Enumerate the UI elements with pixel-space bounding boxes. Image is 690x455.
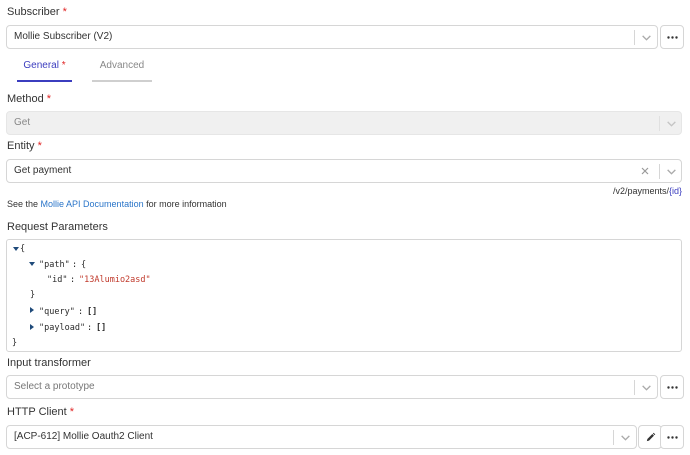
input-transformer-select[interactable]: Select a prototype	[6, 375, 658, 399]
pencil-icon	[646, 432, 656, 442]
http-client-more-button[interactable]	[660, 425, 684, 449]
http-client-label-text: HTTP Client	[7, 406, 67, 418]
json-close-brace: }	[12, 338, 18, 348]
divider	[659, 116, 660, 131]
input-transformer-more-button[interactable]	[660, 375, 684, 399]
divider	[659, 164, 660, 179]
input-transformer-placeholder: Select a prototype	[14, 381, 95, 392]
more-dots-icon	[667, 386, 678, 389]
json-key-payload: "payload"	[39, 323, 86, 333]
tab-active-indicator	[17, 80, 72, 82]
more-dots-icon	[667, 436, 678, 439]
entity-select[interactable]: Get payment	[6, 159, 682, 183]
collapse-path-icon[interactable]	[29, 262, 35, 266]
expand-payload-icon[interactable]	[30, 324, 34, 330]
required-mark: *	[62, 6, 67, 18]
json-value-query: []	[87, 307, 98, 317]
clear-icon[interactable]	[640, 166, 650, 176]
entity-endpoint: /v2/payments/{id}	[613, 186, 682, 196]
request-parameters-label: Request Parameters	[7, 221, 108, 233]
method-label: Method *	[7, 93, 51, 105]
tab-inactive-indicator	[92, 80, 152, 82]
subscriber-value: Mollie Subscriber (V2)	[14, 31, 113, 42]
divider	[634, 380, 635, 395]
chevron-down-icon[interactable]	[666, 166, 677, 177]
divider	[634, 30, 635, 45]
json-value-id[interactable]: "13Alumio2asd"	[79, 275, 151, 285]
json-value-payload: []	[96, 323, 107, 333]
json-key-id: "id"	[47, 275, 68, 285]
docs-hint: See the Mollie API Documentation for mor…	[7, 199, 227, 209]
required-mark: *	[37, 140, 42, 152]
more-dots-icon	[667, 36, 678, 39]
json-colon: :	[87, 323, 93, 333]
json-colon: :	[78, 307, 84, 317]
subscriber-select[interactable]: Mollie Subscriber (V2)	[6, 25, 658, 49]
entity-label: Entity *	[7, 140, 42, 152]
entity-value: Get payment	[14, 165, 72, 176]
json-path-open: {	[81, 260, 87, 270]
chevron-down-icon[interactable]	[641, 32, 652, 43]
subscriber-label-text: Subscriber	[7, 6, 60, 18]
tab-general[interactable]: General *	[17, 60, 72, 71]
http-client-select[interactable]: [ACP-612] Mollie Oauth2 Client	[6, 425, 637, 449]
http-client-value: [ACP-612] Mollie Oauth2 Client	[14, 431, 153, 442]
json-colon: :	[70, 275, 76, 285]
json-path-close: }	[30, 290, 36, 300]
endpoint-param: {id}	[668, 186, 682, 196]
tab-advanced[interactable]: Advanced	[92, 60, 152, 71]
chevron-down-icon	[667, 121, 676, 127]
subscriber-label: Subscriber *	[7, 6, 67, 18]
method-label-text: Method	[7, 93, 44, 105]
docs-hint-suffix: for more information	[143, 199, 227, 209]
json-open-brace: {	[20, 244, 26, 254]
http-client-edit-button[interactable]	[638, 425, 662, 449]
request-parameters-editor[interactable]: { "path" : { "id" : "13Alumio2asd" } "qu…	[6, 239, 682, 352]
required-mark: *	[46, 93, 52, 105]
chevron-down-icon[interactable]	[641, 382, 652, 393]
json-key-path: "path"	[39, 260, 70, 270]
required-mark: *	[69, 406, 75, 418]
http-client-label: HTTP Client *	[7, 406, 74, 418]
method-select: Get	[6, 111, 682, 135]
endpoint-path: /v2/payments/	[612, 186, 669, 196]
divider	[613, 430, 614, 445]
json-key-query: "query"	[39, 307, 75, 317]
method-value: Get	[14, 117, 31, 128]
subscriber-more-button[interactable]	[660, 25, 684, 49]
docs-hint-prefix: See the	[7, 199, 41, 209]
expand-query-icon[interactable]	[30, 307, 34, 313]
entity-label-text: Entity	[7, 140, 35, 152]
input-transformer-label: Input transformer	[7, 357, 91, 369]
json-colon: :	[72, 260, 78, 270]
tab-general-label: General	[23, 60, 59, 71]
chevron-down-icon[interactable]	[620, 432, 631, 443]
required-mark: *	[61, 60, 66, 71]
collapse-root-icon[interactable]	[13, 247, 19, 251]
tab-advanced-label: Advanced	[99, 60, 145, 71]
mollie-docs-link[interactable]: Mollie API Documentation	[41, 199, 144, 209]
